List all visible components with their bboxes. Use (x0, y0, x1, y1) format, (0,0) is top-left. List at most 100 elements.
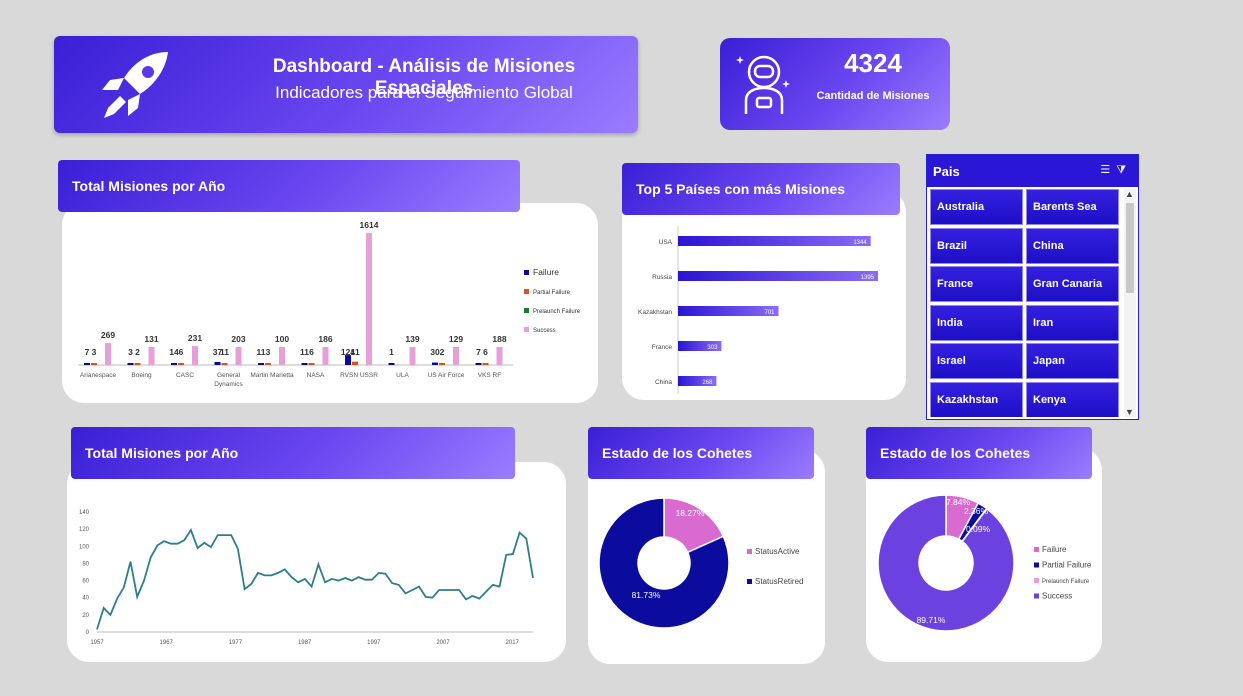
country-label: France (652, 344, 673, 351)
data-label: 131 (144, 334, 158, 344)
legend-label: Success (1042, 592, 1072, 601)
bar-failure (258, 363, 264, 365)
slicer-item[interactable]: Iran (1026, 304, 1119, 341)
data-label: 203 (231, 334, 245, 344)
series-line (96, 528, 534, 630)
data-label: 269 (101, 330, 115, 340)
y-tick-label: 80 (82, 561, 89, 567)
legend-swatch (1034, 562, 1039, 568)
legend-swatch (747, 549, 752, 554)
category-label: Arianespace (80, 372, 117, 379)
y-tick-label: 40 (82, 596, 89, 602)
category-label: VKS RF (478, 372, 502, 379)
mission-status-donut: 7.84%2.36%0.09%89.71%FailurePartial Fail… (877, 494, 1092, 632)
bar-failure (475, 363, 482, 365)
bar-chart-title: Total Misiones por Año (58, 160, 520, 212)
data-label: 30 (430, 347, 440, 357)
scrollbar-thumb[interactable] (1126, 203, 1134, 293)
slicer-item[interactable]: Japan (1026, 343, 1119, 379)
scroll-down-icon[interactable]: ▼ (1125, 407, 1134, 417)
legend-label: Success (533, 328, 556, 334)
x-tick-label: 2017 (506, 640, 520, 646)
y-tick-label: 20 (82, 613, 89, 619)
slicer-item[interactable]: India (930, 304, 1023, 341)
data-label: 139 (405, 334, 419, 344)
slice-label: 18.27% (676, 508, 705, 518)
dashboard-subtitle: Indicadores para el Seguimiento Global (275, 83, 573, 102)
x-tick-label: 2007 (436, 640, 450, 646)
x-tick-label: 1997 (367, 640, 381, 646)
category-label: NASA (307, 372, 325, 379)
slicer-scrollbar[interactable]: ▲ ▼ (1124, 189, 1136, 417)
kpi-missions-label: Cantidad de Misiones (816, 90, 930, 102)
scroll-up-icon[interactable]: ▲ (1125, 189, 1134, 199)
country-bar (678, 306, 779, 316)
slice-label: 2.36% (964, 506, 989, 516)
slice-label: 0.09% (966, 524, 991, 534)
legend-swatch (1034, 578, 1039, 583)
dashboard-header-banner: Dashboard - Análisis de Misiones Espacia… (54, 36, 638, 133)
x-tick-label: 1977 (229, 640, 243, 646)
rocket-status-donut: 18.27% 81.73% StatusActive StatusRetired (598, 497, 803, 629)
legend-label: StatusActive (755, 547, 800, 556)
top-countries-title: Top 5 Países con más Misiones (622, 163, 900, 215)
legend-label: StatusRetired (755, 577, 803, 586)
kpi-missions-value: 4324 (844, 48, 902, 78)
slicer-item[interactable]: Gran Canaria (1026, 266, 1119, 302)
data-label: 3 (128, 347, 133, 357)
slicer-item[interactable]: Israel (930, 343, 1023, 379)
country-slicer[interactable]: Pais ☰⧩ Australia Barents Sea Brazil China F… (926, 154, 1139, 420)
country-label: Russia (652, 274, 672, 281)
data-label: 11 (300, 347, 309, 357)
bar-success (496, 347, 503, 365)
legend-swatch (1034, 593, 1039, 599)
country-label: Kazakhstan (638, 309, 672, 316)
mission-status-title: Estado de los Cohetes (866, 427, 1092, 479)
bar-failure (171, 363, 177, 365)
data-label: 1614 (360, 220, 379, 230)
slicer-item[interactable]: Kazakhstan (930, 381, 1023, 417)
y-tick-label: 0 (86, 630, 90, 636)
legend-label: Failure (533, 267, 559, 277)
bar-partial-failure (265, 363, 271, 365)
legend-label: Prelaunch Failure (533, 309, 581, 315)
country-value: 303 (707, 345, 718, 351)
bar-partial-failure (221, 363, 228, 365)
slicer-item[interactable]: Brazil (930, 227, 1023, 264)
slicer-item[interactable]: Australia (930, 189, 1023, 225)
data-label: 100 (275, 334, 289, 344)
data-label: 11 (257, 347, 266, 357)
bar-partial-failure (439, 363, 445, 365)
legend-swatch (1034, 547, 1039, 552)
bar-failure (301, 363, 308, 365)
slice-label: 89.71% (917, 615, 946, 625)
multi-select-icon[interactable]: ☰ (1100, 164, 1116, 176)
data-label: 14 (169, 347, 179, 357)
category-label: RVSN USSR (340, 372, 378, 379)
legend-label: Failure (1042, 545, 1067, 554)
y-tick-label: 60 (82, 579, 89, 585)
slicer-item[interactable]: China (1026, 227, 1119, 264)
clear-filter-icon[interactable]: ⧩ (1116, 164, 1132, 176)
bar-partial-failure (178, 363, 184, 365)
country-bar (678, 271, 878, 281)
slicer-item[interactable]: France (930, 266, 1023, 302)
data-label: 7 (476, 347, 481, 357)
top-countries-chart: USA 1344 Russia 1395 Kazakhstan 701 France 303 C… (638, 226, 878, 394)
data-label: 188 (492, 334, 506, 344)
slicer-item[interactable]: Barents Sea (1026, 189, 1119, 225)
bar-success (235, 347, 242, 365)
legend-swatch (747, 579, 752, 584)
slicer-item[interactable]: Kenya (1026, 381, 1119, 417)
country-label: USA (659, 239, 673, 246)
bar-success (148, 347, 155, 365)
bar-failure (127, 363, 134, 365)
legend-swatch (524, 289, 529, 294)
bar-partial-failure (482, 363, 489, 365)
x-tick-label: 1957 (90, 640, 104, 646)
category-label: Dynamics (214, 381, 243, 388)
data-label: 2 (440, 347, 445, 357)
slicer-title: Pais (933, 163, 960, 179)
astronaut-icon (736, 55, 790, 114)
data-label: 6 (179, 347, 184, 357)
